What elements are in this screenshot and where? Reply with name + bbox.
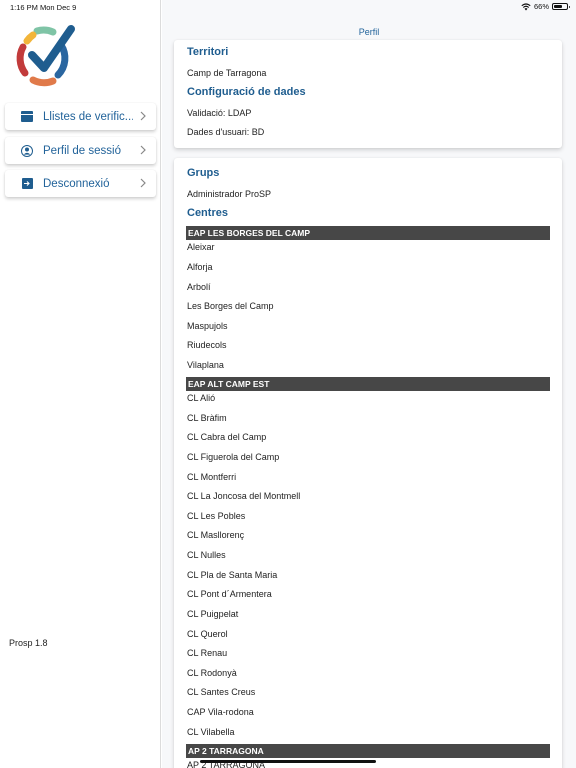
list-item: CL La Joncosa del Montmell (187, 491, 301, 501)
list-icon (20, 110, 34, 124)
list-item: CL Masllorenç (187, 530, 245, 540)
sidebar-item-checklists[interactable]: Llistes de verific... (5, 103, 156, 130)
list-item: CL Rodonyà (187, 668, 237, 678)
centre-group-header: EAP LES BORGES DEL CAMP (186, 226, 550, 240)
logout-icon (20, 177, 34, 191)
sidebar: Llistes de verific... Perfil de sessió D… (0, 0, 161, 768)
grups-heading: Grups (187, 167, 220, 179)
sidebar-item-session-profile[interactable]: Perfil de sessió (5, 137, 156, 164)
list-item: Vilaplana (187, 360, 224, 370)
dades-value: Dades d'usuari: BD (187, 127, 265, 137)
wifi-icon (521, 2, 531, 10)
home-indicator (200, 760, 376, 763)
list-item: CL Santes Creus (187, 687, 256, 697)
centre-group-header: AP 2 TARRAGONA (186, 744, 550, 758)
list-item: CL Bràfim (187, 413, 227, 423)
list-item: CL Alió (187, 393, 216, 403)
list-item: CL Querol (187, 629, 228, 639)
list-item: CAP Vila-rodona (187, 707, 254, 717)
chevron-right-icon (140, 145, 146, 155)
battery-icon (552, 3, 570, 10)
list-item: CL Montferri (187, 472, 237, 482)
list-item: CL Puigpelat (187, 609, 239, 619)
user-icon (20, 144, 34, 158)
profile-info-card: Territori Camp de Tarragona Configuració… (174, 40, 562, 148)
list-item: Riudecols (187, 340, 227, 350)
status-bar: 1:16 PM Mon Dec 9 66% (0, 0, 576, 14)
list-item: CL Figuerola del Camp (187, 452, 280, 462)
sidebar-item-label: Desconnexió (43, 177, 110, 190)
centre-group-header: EAP ALT CAMP EST (186, 377, 550, 391)
groups-centres-card: Grups Administrador ProSP Centres EAP LE… (174, 158, 562, 768)
list-item: Aleixar (187, 242, 215, 252)
status-time: 1:16 PM (10, 3, 38, 12)
list-item: Alforja (187, 262, 213, 272)
list-item: CL Vilabella (187, 727, 235, 737)
app-version: Prosp 1.8 (9, 638, 48, 648)
sidebar-item-logout[interactable]: Desconnexió (5, 170, 156, 197)
list-item: Arbolí (187, 282, 211, 292)
list-item: CL Les Pobles (187, 511, 246, 521)
list-item: CL Cabra del Camp (187, 432, 267, 442)
list-item: CL Pla de Santa Maria (187, 570, 278, 580)
grups-value: Administrador ProSP (187, 189, 272, 199)
config-heading: Configuració de dades (187, 86, 306, 98)
list-item: Les Borges del Camp (187, 301, 274, 311)
validacio-value: Validació: LDAP (187, 108, 252, 118)
status-date: Mon Dec 9 (40, 3, 77, 12)
list-item: CL Pont d´Armentera (187, 589, 272, 599)
sidebar-item-label: Perfil de sessió (43, 144, 121, 157)
chevron-right-icon (140, 111, 146, 121)
chevron-right-icon (140, 178, 146, 188)
app-logo (16, 25, 75, 87)
main-content[interactable]: Perfil Territori Camp de Tarragona Confi… (162, 0, 576, 768)
territori-heading: Territori (187, 46, 229, 58)
status-right: 66% (521, 2, 570, 11)
sidebar-item-label: Llistes de verific... (43, 110, 133, 123)
territori-value: Camp de Tarragona (187, 68, 267, 78)
list-item: CL Nulles (187, 550, 226, 560)
list-item: Maspujols (187, 321, 228, 331)
list-item: CL Renau (187, 648, 228, 658)
page-title: Perfil (358, 27, 380, 37)
centres-heading: Centres (187, 207, 228, 219)
battery-percent: 66% (533, 2, 549, 11)
